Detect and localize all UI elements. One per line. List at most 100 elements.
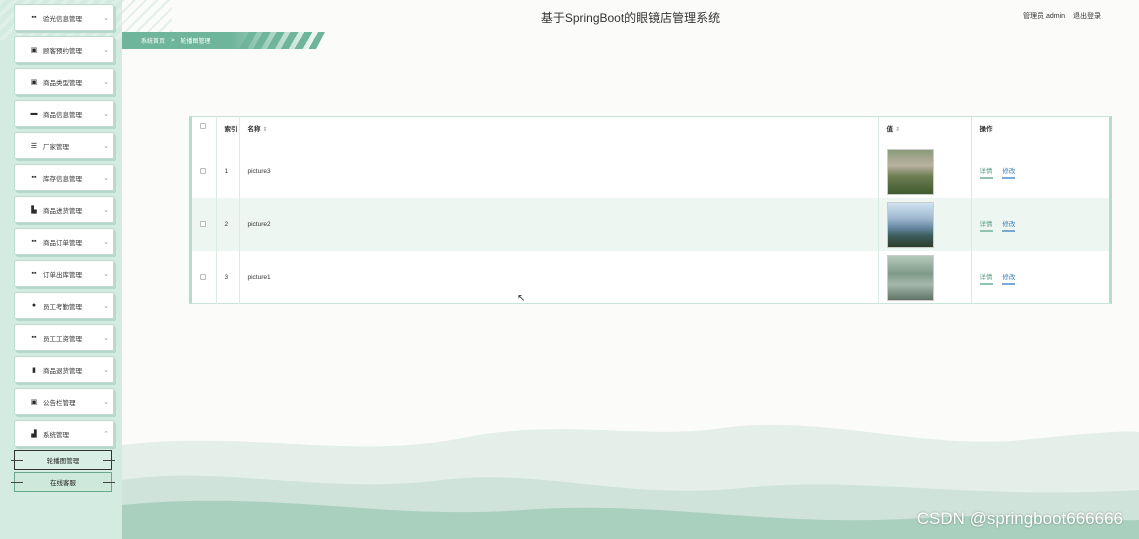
sidebar-item-label: 商品退货管理 xyxy=(43,367,82,375)
grid-icon: ▪▪ xyxy=(31,238,37,245)
chevron-down-icon: ⌄ xyxy=(103,142,109,150)
grid-icon: ▪▪ xyxy=(31,174,37,181)
sidebar-item-attendance[interactable]: ● 员工考勤管理 ⌄ xyxy=(14,292,114,319)
edit-button[interactable]: 修改 xyxy=(1002,218,1016,232)
sidebar-item-label: 顾客预约管理 xyxy=(43,47,82,55)
column-header-index: 索引 xyxy=(216,117,240,145)
submenu-item-label: 在线客服 xyxy=(50,480,76,487)
chevron-down-icon: ⌄ xyxy=(103,14,109,22)
row-actions: 详情 修改 xyxy=(971,198,1109,251)
row-image-cell xyxy=(878,145,972,198)
sidebar-item-label: 商品信息管理 xyxy=(43,111,82,119)
row-image-cell xyxy=(878,251,972,304)
sidebar-item-product-type[interactable]: ▣ 商品类型管理 ⌄ xyxy=(14,68,114,95)
clipboard-icon: ▣ xyxy=(30,78,38,86)
table-row: 3 picture1 详情 修改 xyxy=(192,251,1109,304)
carousel-thumbnail[interactable] xyxy=(886,148,934,195)
user-role: 管理员 admin xyxy=(1023,13,1066,20)
edit-button[interactable]: 修改 xyxy=(1002,165,1016,179)
chevron-down-icon: ⌄ xyxy=(103,206,109,214)
bar-chart-icon: ▮ xyxy=(32,366,36,374)
chevron-down-icon: ⌄ xyxy=(103,110,109,118)
sidebar-item-notice[interactable]: ▣ 公告栏管理 ⌄ xyxy=(14,388,114,415)
sidebar-item-label: 公告栏管理 xyxy=(43,399,76,407)
detail-button[interactable]: 详情 xyxy=(979,165,993,179)
chevron-up-icon: ⌃ xyxy=(103,430,109,438)
watermark: CSDN @springboot666666 xyxy=(916,509,1123,528)
submenu-item-label: 轮播图管理 xyxy=(46,458,80,465)
row-name: picture2 xyxy=(239,198,879,251)
detail-button[interactable]: 详情 xyxy=(979,271,993,285)
monitor-icon: ▬ xyxy=(30,110,38,117)
sidebar-item-label: 系统管理 xyxy=(43,431,69,439)
row-select-cell xyxy=(192,145,217,198)
row-name: picture3 xyxy=(239,145,879,198)
sidebar-item-system[interactable]: ▟ 系统管理 ⌃ xyxy=(14,420,114,447)
breadcrumb-current: 轮播图管理 xyxy=(180,39,211,45)
grid-icon: ▪▪ xyxy=(31,14,37,21)
chevron-down-icon: ⌄ xyxy=(103,398,109,406)
sidebar-item-label: 商品类型管理 xyxy=(43,79,82,87)
table-header-row: 索引 名称 ⇕ 值 ⇕ 操作 xyxy=(192,117,1109,145)
breadcrumb-separator: > xyxy=(171,37,175,44)
select-all-checkbox[interactable] xyxy=(200,123,206,129)
sidebar-item-orders[interactable]: ▪▪ 商品订单管理 ⌄ xyxy=(14,228,114,255)
sidebar-item-purchase[interactable]: ▙ 商品进货管理 ⌄ xyxy=(14,196,114,223)
chevron-down-icon: ⌄ xyxy=(103,238,109,246)
carousel-thumbnail[interactable] xyxy=(886,254,934,301)
column-header-value[interactable]: 值 ⇕ xyxy=(878,117,972,145)
submenu-item-carousel[interactable]: 轮播图管理 xyxy=(11,450,115,470)
logout-link[interactable]: 退出登录 xyxy=(1073,13,1101,20)
app-title: 基于SpringBoot的眼镜店管理系统 xyxy=(540,11,721,25)
table-row: 2 picture2 详情 修改 xyxy=(192,198,1109,251)
table-row: 1 picture3 详情 修改 xyxy=(192,145,1109,198)
sidebar-item-label: 验光信息管理 xyxy=(43,15,82,23)
row-index: 3 xyxy=(216,251,240,304)
system-submenu: 轮播图管理 在线客服 xyxy=(0,450,122,492)
clipboard-icon: ▣ xyxy=(30,46,38,54)
sidebar: ▪▪ 验光信息管理 ⌄ ▣ 顾客预约管理 ⌄ ▣ 商品类型管理 ⌄ ▬ 商品信息… xyxy=(0,0,122,539)
edit-button[interactable]: 修改 xyxy=(1002,271,1016,285)
submenu-item-online-service[interactable]: 在线客服 xyxy=(11,472,115,492)
chevron-down-icon: ⌄ xyxy=(103,334,109,342)
chevron-down-icon: ⌄ xyxy=(103,174,109,182)
sort-icon[interactable]: ⇕ xyxy=(895,127,900,133)
chevron-down-icon: ⌄ xyxy=(103,46,109,54)
chevron-down-icon: ⌄ xyxy=(103,270,109,278)
mouse-cursor-icon: ↖ xyxy=(517,293,526,304)
sidebar-item-label: 厂家管理 xyxy=(43,143,69,151)
column-header-name[interactable]: 名称 ⇕ xyxy=(239,117,879,145)
row-select-cell xyxy=(192,198,217,251)
sidebar-item-outbound[interactable]: ▪▪ 订单出库管理 ⌄ xyxy=(14,260,114,287)
list-icon: ☰ xyxy=(30,142,38,150)
sidebar-item-salary[interactable]: ▪▪ 员工工资管理 ⌄ xyxy=(14,324,114,351)
sidebar-item-label: 订单出库管理 xyxy=(43,271,82,279)
sort-icon[interactable]: ⇕ xyxy=(263,127,268,133)
chevron-down-icon: ⌄ xyxy=(103,302,109,310)
chevron-down-icon: ⌄ xyxy=(103,366,109,374)
user-area: 管理员 admin 退出登录 xyxy=(1017,11,1101,21)
detail-button[interactable]: 详情 xyxy=(979,218,993,232)
chart-icon: ▟ xyxy=(31,430,37,438)
breadcrumb-home[interactable]: 系统首页 xyxy=(141,36,165,45)
carousel-table: 索引 名称 ⇕ 值 ⇕ 操作 1 picture3 详情 修改 2 pictur… xyxy=(189,116,1112,304)
chevron-down-icon: ⌄ xyxy=(103,78,109,86)
column-header-value-label: 值 xyxy=(886,126,894,133)
row-image-cell xyxy=(878,198,972,251)
sidebar-item-appointment[interactable]: ▣ 顾客预约管理 ⌄ xyxy=(14,36,114,63)
grid-icon: ▪▪ xyxy=(31,270,37,277)
row-checkbox[interactable] xyxy=(200,167,206,174)
sidebar-item-manufacturer[interactable]: ☰ 厂家管理 ⌄ xyxy=(14,132,114,159)
sidebar-item-returns[interactable]: ▮ 商品退货管理 ⌄ xyxy=(14,356,114,383)
sidebar-item-eye-exam[interactable]: ▪▪ 验光信息管理 ⌄ xyxy=(14,4,114,31)
sidebar-item-inventory[interactable]: ▪▪ 库存信息管理 ⌄ xyxy=(14,164,114,191)
row-checkbox[interactable] xyxy=(200,220,206,227)
row-index: 1 xyxy=(216,145,240,198)
carousel-thumbnail[interactable] xyxy=(886,201,934,248)
sidebar-item-product-info[interactable]: ▬ 商品信息管理 ⌄ xyxy=(14,100,114,127)
column-header-name-label: 名称 xyxy=(247,126,261,133)
column-header-actions: 操作 xyxy=(979,126,993,133)
user-icon: ● xyxy=(31,302,37,309)
row-checkbox[interactable] xyxy=(200,273,206,280)
sidebar-item-label: 员工工资管理 xyxy=(43,335,82,343)
